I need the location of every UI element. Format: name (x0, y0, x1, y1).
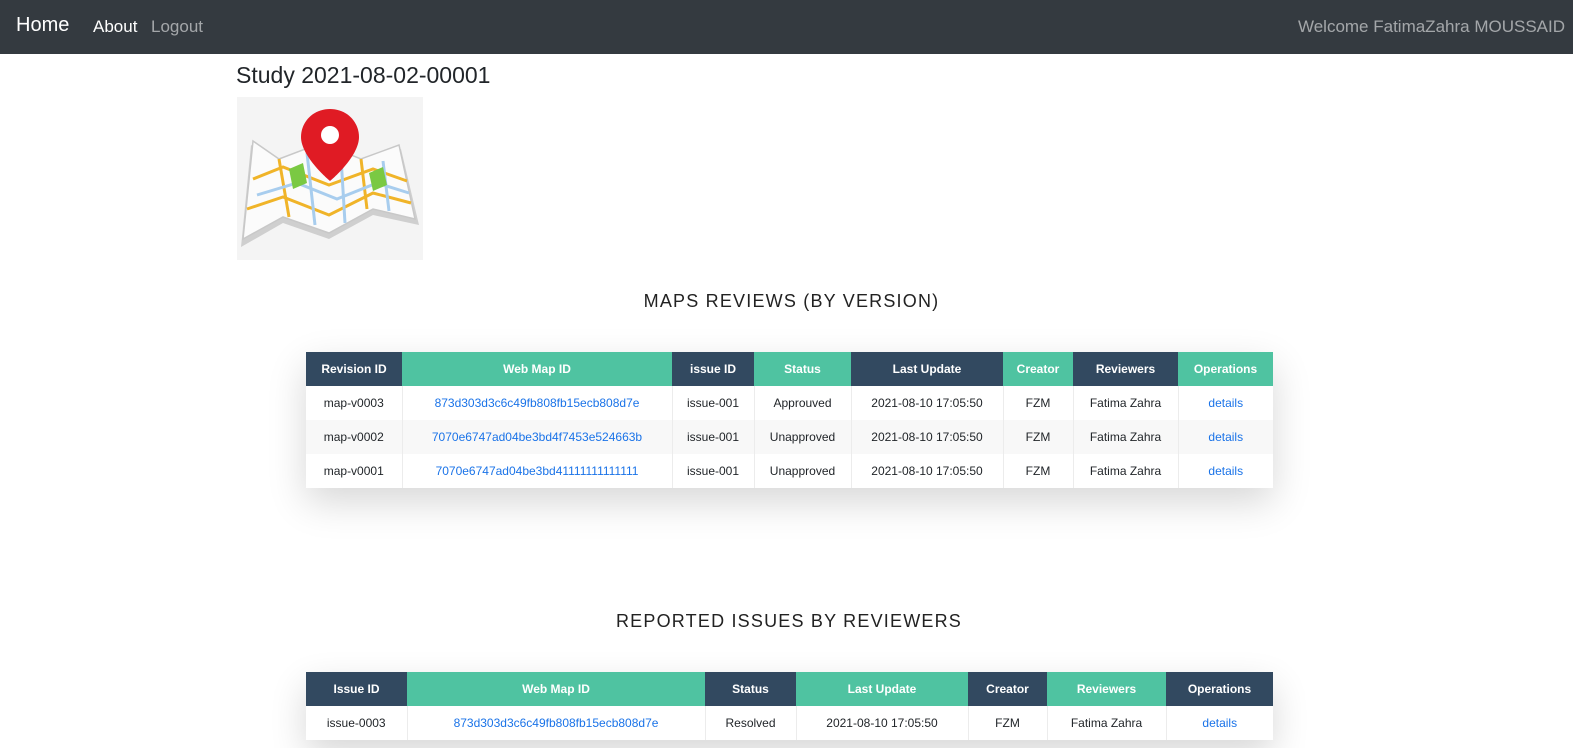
logout-link[interactable]: Logout (151, 17, 203, 37)
table-row: map-v0002 7070e6747ad04be3bd4f7453e52466… (306, 420, 1273, 454)
column-header: Revision ID (306, 352, 402, 386)
column-header: Web Map ID (407, 672, 705, 706)
web-map-id-cell: 873d303d3c6c49fb808fb15ecb808d7e (406, 706, 705, 740)
details-link[interactable]: details (1208, 396, 1243, 410)
column-header: Creator (1003, 352, 1073, 386)
column-header: Last Update (796, 672, 968, 706)
column-header: Issue ID (306, 672, 407, 706)
status-cell: Unapproved (753, 420, 851, 454)
column-header: Reviewers (1073, 352, 1178, 386)
reported-issues-title: REPORTED ISSUES BY REVIEWERS (615, 611, 963, 631)
details-link[interactable]: details (1208, 430, 1243, 444)
reviewers-cell: Fatima Zahra (1072, 420, 1178, 454)
revision-id-cell: map-v0001 (323, 464, 384, 478)
column-header: Creator (968, 672, 1047, 706)
column-header: Status (705, 672, 796, 706)
web-map-id-link[interactable]: 7070e6747ad04be3bd41111111111111 (436, 464, 639, 478)
revision-id-cell: map-v0002 (323, 430, 384, 444)
maps-reviews-table: Revision ID Web Map ID issue ID Status L… (306, 352, 1273, 488)
last-update-cell: 2021-08-10 17:05:50 (850, 386, 1003, 420)
creator-cell: FZM (1002, 454, 1073, 488)
map-location-pin-icon (237, 97, 423, 260)
column-header: issue ID (672, 352, 754, 386)
operations-cell: details (1177, 386, 1273, 420)
operations-cell: details (1165, 706, 1273, 740)
column-header: Last Update (851, 352, 1003, 386)
web-map-id-link[interactable]: 7070e6747ad04be3bd4f7453e524663b (432, 430, 642, 444)
revision-id-cell: map-v0003 (323, 396, 384, 410)
details-link[interactable]: details (1202, 716, 1237, 730)
table-row: issue-0003 873d303d3c6c49fb808fb15ecb808… (306, 706, 1273, 740)
column-header: Operations (1178, 352, 1273, 386)
web-map-id-link[interactable]: 873d303d3c6c49fb808fb15ecb808d7e (454, 716, 659, 730)
column-header: Reviewers (1047, 672, 1166, 706)
status-cell: Unapproved (753, 454, 851, 488)
issue-id-cell: issue-001 (671, 386, 754, 420)
web-map-id-link[interactable]: 873d303d3c6c49fb808fb15ecb808d7e (435, 396, 640, 410)
last-update-cell: 2021-08-10 17:05:50 (850, 420, 1003, 454)
home-link[interactable]: Home (16, 14, 69, 37)
creator-cell: FZM (1002, 420, 1073, 454)
about-link[interactable]: About (93, 17, 137, 37)
table-row: map-v0003 873d303d3c6c49fb808fb15ecb808d… (306, 386, 1273, 420)
last-update-cell: 2021-08-10 17:05:50 (795, 706, 968, 740)
web-map-id-cell: 7070e6747ad04be3bd4f7453e524663b (401, 420, 672, 454)
last-update-cell: 2021-08-10 17:05:50 (850, 454, 1003, 488)
creator-cell: FZM (1002, 386, 1073, 420)
status-cell: Approuved (753, 386, 851, 420)
details-link[interactable]: details (1208, 464, 1243, 478)
reported-issues-table: Issue ID Web Map ID Status Last Update C… (306, 672, 1273, 740)
column-header: Web Map ID (402, 352, 672, 386)
reviewers-cell: Fatima Zahra (1072, 454, 1178, 488)
reviewers-cell: Fatima Zahra (1072, 386, 1178, 420)
issue-id-cell: issue-0003 (326, 716, 386, 730)
operations-cell: details (1177, 420, 1273, 454)
web-map-id-cell: 7070e6747ad04be3bd41111111111111 (401, 454, 672, 488)
table-header-row: Issue ID Web Map ID Status Last Update C… (306, 672, 1273, 706)
maps-reviews-title: MAPS REVIEWS (BY VERSION) (643, 291, 940, 311)
issue-id-cell: issue-001 (671, 420, 754, 454)
table-header-row: Revision ID Web Map ID issue ID Status L… (306, 352, 1273, 386)
operations-cell: details (1177, 454, 1273, 488)
web-map-id-cell: 873d303d3c6c49fb808fb15ecb808d7e (401, 386, 672, 420)
reviewers-cell: Fatima Zahra (1046, 706, 1166, 740)
welcome-message: Welcome FatimaZahra MOUSSAID (1297, 17, 1565, 36)
creator-cell: FZM (967, 706, 1047, 740)
issue-id-cell: issue-001 (671, 454, 754, 488)
study-title: Study 2021-08-02-00001 (236, 62, 491, 88)
column-header: Operations (1166, 672, 1273, 706)
top-navbar: Home About Logout Welcome FatimaZahra MO… (0, 0, 1573, 54)
column-header: Status (754, 352, 851, 386)
status-cell: Resolved (704, 706, 796, 740)
table-row: map-v0001 7070e6747ad04be3bd411111111111… (306, 454, 1273, 488)
